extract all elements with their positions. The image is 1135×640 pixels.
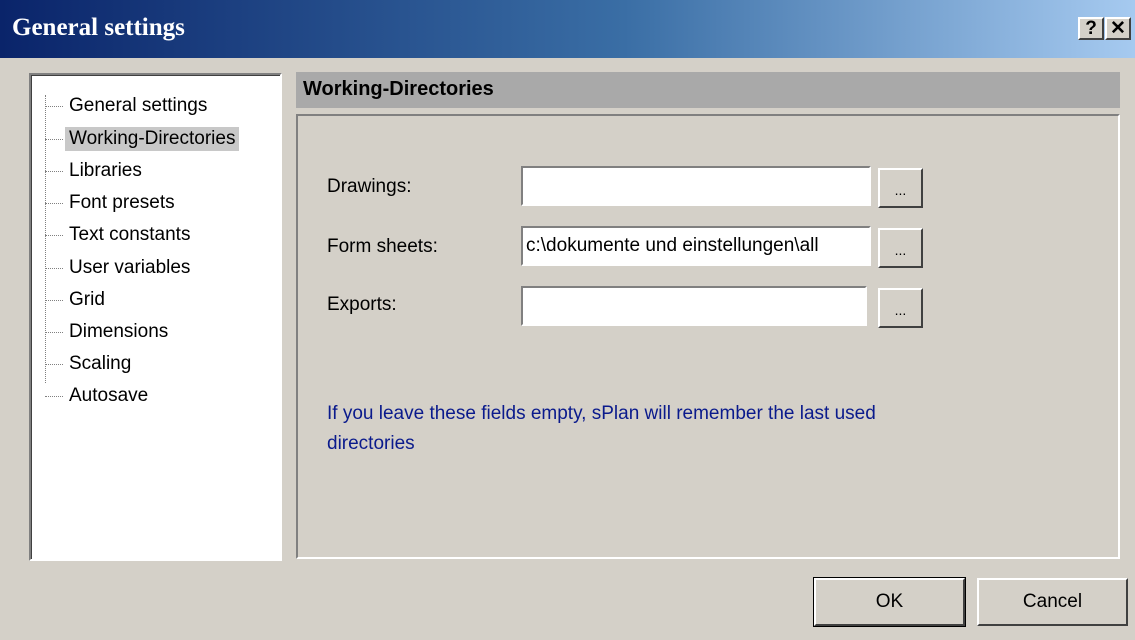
tree-item-grid[interactable]: Grid (45, 286, 109, 314)
tree-item-label: Autosave (69, 385, 149, 406)
title-bar[interactable]: General settings ? ✕ (0, 0, 1135, 58)
settings-tree[interactable]: General settings Working-Directories Lib… (29, 73, 282, 561)
exports-label: Exports: (327, 294, 397, 315)
tree-item-label: Text constants (69, 224, 191, 245)
tree-item-general-settings[interactable]: General settings (45, 92, 211, 120)
tree-item-font-presets[interactable]: Font presets (45, 189, 179, 217)
close-button[interactable]: ✕ (1105, 17, 1131, 40)
tree-item-user-variables[interactable]: User variables (45, 254, 194, 282)
tree-item-working-directories[interactable]: Working-Directories (45, 125, 240, 153)
tree-item-label: Libraries (69, 160, 142, 181)
info-message: If you leave these fields empty, sPlan w… (327, 403, 876, 454)
tree-item-label: Dimensions (69, 321, 169, 342)
drawings-label: Drawings: (327, 176, 412, 197)
form-sheets-browse-button[interactable]: ... (878, 228, 923, 268)
tree-item-dimensions[interactable]: Dimensions (45, 318, 172, 346)
tree-item-label: Scaling (69, 353, 132, 374)
exports-field[interactable] (521, 286, 867, 326)
tree-item-label: User variables (69, 257, 191, 278)
tree-item-label: Working-Directories (65, 127, 240, 151)
close-icon: ✕ (1110, 18, 1126, 39)
window-title: General settings (12, 14, 185, 41)
form-sheets-label: Form sheets: (327, 236, 438, 257)
form-sheets-field[interactable]: c:\dokumente und einstellungen\all (521, 226, 871, 266)
help-button[interactable]: ? (1078, 17, 1104, 40)
drawings-field[interactable] (521, 166, 871, 206)
tree-item-label: General settings (69, 95, 208, 116)
tree-item-text-constants[interactable]: Text constants (45, 221, 194, 249)
tree-item-label: Font presets (69, 192, 175, 213)
section-header: Working-Directories (296, 72, 1120, 108)
ok-button-label: OK (875, 591, 904, 612)
cancel-button[interactable]: Cancel (977, 578, 1128, 626)
tree-item-scaling[interactable]: Scaling (45, 350, 135, 378)
tree-item-label: Grid (69, 289, 105, 310)
cancel-button-label: Cancel (1022, 591, 1083, 612)
tree-item-autosave[interactable]: Autosave (45, 382, 152, 410)
section-title: Working-Directories (303, 78, 494, 100)
drawings-browse-button[interactable]: ... (878, 168, 923, 208)
exports-browse-button[interactable]: ... (878, 288, 923, 328)
tree-item-libraries[interactable]: Libraries (45, 157, 146, 185)
ok-button[interactable]: OK (813, 577, 966, 627)
help-icon: ? (1085, 17, 1097, 39)
